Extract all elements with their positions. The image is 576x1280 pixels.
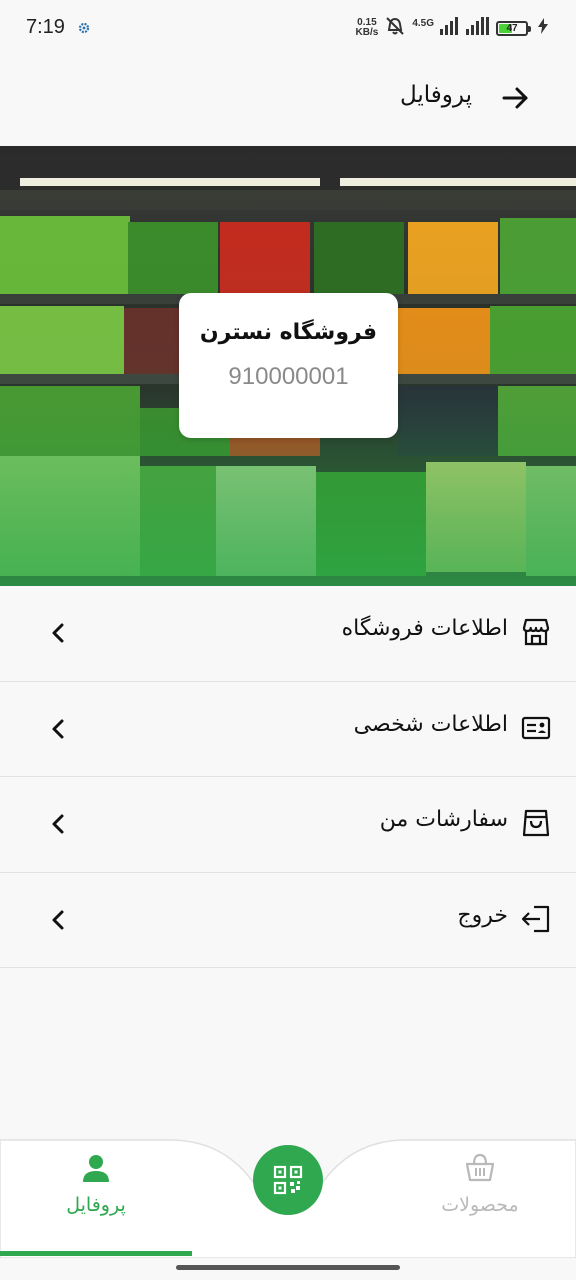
profile-menu: اطلاعات فروشگاه اطلاعات شخصی سفارشات من … xyxy=(0,586,576,968)
network-type: 4.5G xyxy=(412,17,434,29)
back-button[interactable] xyxy=(500,82,532,114)
menu-item-store-info[interactable]: اطلاعات فروشگاه xyxy=(0,586,576,682)
status-bar: 7:19 0.15 KB/s 4.5G 47 xyxy=(0,0,576,56)
id-card-icon xyxy=(520,712,552,744)
menu-label-store-info: اطلاعات فروشگاه xyxy=(341,616,508,641)
chevron-left-icon xyxy=(48,718,68,740)
nav-label-products: محصولات xyxy=(441,1194,519,1216)
logout-icon xyxy=(520,903,552,935)
qr-code-icon xyxy=(273,1165,303,1195)
store-name: فروشگاه نسترن xyxy=(199,320,378,345)
menu-item-logout[interactable]: خروج xyxy=(0,872,576,968)
menu-label-logout: خروج xyxy=(457,902,508,928)
battery-icon: 47 xyxy=(496,20,531,36)
store-card: فروشگاه نسترن 910000001 xyxy=(179,293,398,438)
signal-icon xyxy=(440,17,460,39)
page-title: پروفایل xyxy=(399,82,472,108)
home-indicator[interactable] xyxy=(176,1265,400,1270)
active-tab-indicator xyxy=(0,1251,192,1256)
status-time: 7:19 xyxy=(26,16,65,38)
arrow-right-icon xyxy=(502,87,528,109)
gear-icon xyxy=(78,19,90,38)
chevron-left-icon xyxy=(48,909,68,931)
speed-unit: KB/s xyxy=(355,27,379,38)
store-icon xyxy=(520,616,552,648)
qr-scan-button[interactable] xyxy=(253,1145,323,1215)
battery-level: 47 xyxy=(506,22,518,34)
nav-tab-products[interactable]: محصولات xyxy=(420,1152,540,1216)
user-icon xyxy=(83,1155,109,1182)
menu-item-my-orders[interactable]: سفارشات من xyxy=(0,777,576,873)
basket-icon xyxy=(465,1153,495,1182)
nav-label-profile: پروفایل xyxy=(66,1194,126,1216)
menu-item-personal-info[interactable]: اطلاعات شخصی xyxy=(0,681,576,777)
mute-icon xyxy=(384,15,406,41)
menu-label-my-orders: سفارشات من xyxy=(379,807,508,832)
chevron-left-icon xyxy=(48,622,68,644)
store-banner-image: فروشگاه نسترن 910000001 xyxy=(0,146,576,586)
shopping-bag-icon xyxy=(520,807,552,839)
network-speed: 0.15 KB/s xyxy=(356,18,379,38)
app-bar: پروفایل xyxy=(0,56,576,146)
store-code: 910000001 xyxy=(228,363,349,390)
bottom-navigation: پروفایل محصولات xyxy=(0,1138,576,1258)
chevron-left-icon xyxy=(48,813,68,835)
charging-icon xyxy=(538,18,548,38)
menu-label-personal-info: اطلاعات شخصی xyxy=(353,711,508,737)
nav-tab-profile[interactable]: پروفایل xyxy=(36,1152,156,1216)
signal-icon-2 xyxy=(466,17,490,39)
